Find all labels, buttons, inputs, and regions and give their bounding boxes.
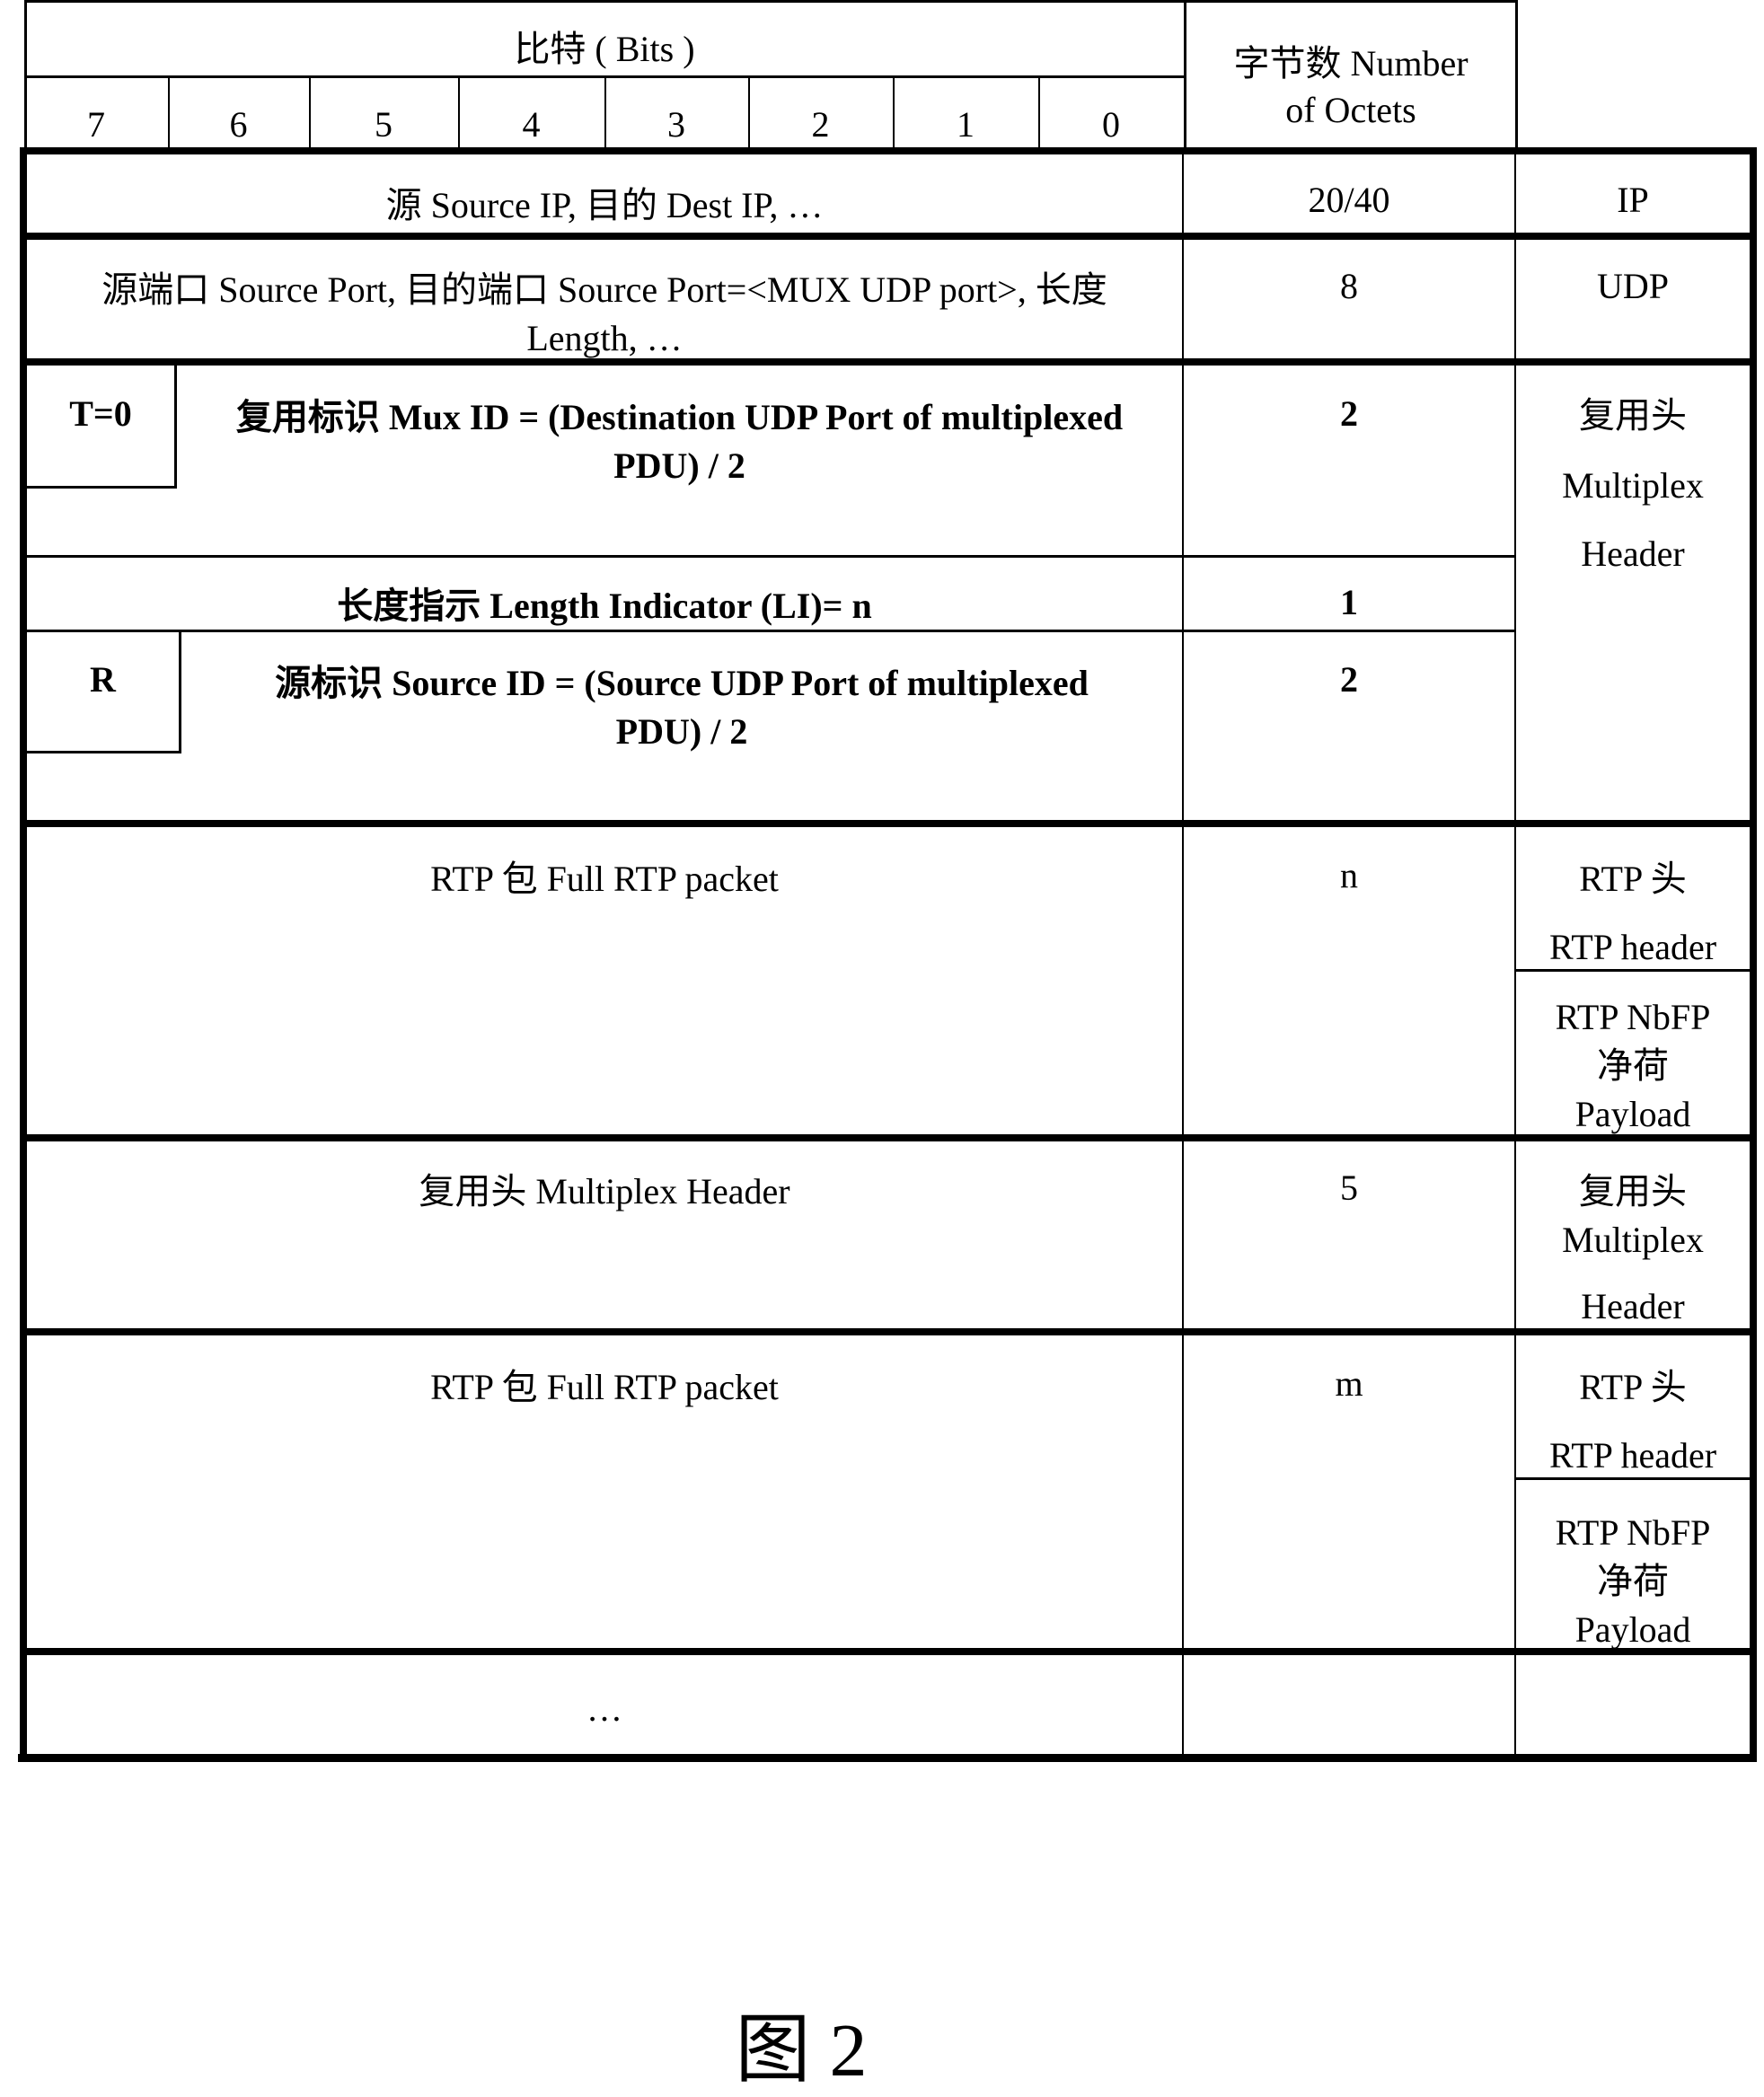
rtp1-field: RTP 包 Full RTP packet (430, 859, 779, 899)
octets-header-line2: of Octets (1285, 90, 1416, 130)
bits-label: 比特 ( Bits ) (514, 29, 695, 69)
rtp1-payload-line2: 净荷 (1597, 1045, 1669, 1086)
mux-header2-layer-line1: 复用头 (1579, 1171, 1687, 1212)
bit-2: 2 (811, 104, 830, 145)
mux-header2-octets: 5 (1340, 1167, 1358, 1208)
rtp2-field: RTP 包 Full RTP packet (430, 1367, 779, 1407)
udp-field-line1: 源端口 Source Port, 目的端口 Source Port=<MUX U… (101, 269, 1107, 310)
udp-field-line2: Length, … (526, 318, 683, 358)
mux-header2-layer-line3: Header (1581, 1286, 1685, 1326)
source-id-field-line2: PDU) / 2 (615, 711, 748, 752)
bit-3: 3 (667, 104, 685, 145)
mux-id-octets: 2 (1340, 393, 1358, 434)
r-flag: R (90, 659, 116, 700)
rtp1-octets: n (1340, 855, 1358, 895)
ellipsis-field: … (587, 1688, 622, 1729)
udp-octets: 8 (1340, 266, 1358, 306)
rtp2-octets: m (1335, 1363, 1363, 1404)
rtp1-payload-line1: RTP NbFP (1555, 997, 1711, 1037)
flag-box-border (25, 486, 177, 489)
figure-caption: 图 2 (735, 2009, 868, 2093)
bit-4: 4 (522, 104, 541, 145)
bit-1: 1 (957, 104, 975, 145)
bit-6: 6 (229, 104, 248, 145)
row-border-thin (25, 555, 1516, 558)
ip-layer: IP (1617, 180, 1649, 220)
ip-octets: 20/40 (1308, 180, 1390, 220)
octets-header-line1: 字节数 Number (1233, 43, 1469, 84)
length-indicator-octets: 1 (1340, 582, 1358, 622)
table-left-border (20, 148, 27, 1761)
header-top-border (24, 0, 1518, 3)
row-border-thick (20, 233, 1757, 240)
row-border-thick (20, 1648, 1757, 1655)
row-border-thick (20, 1328, 1757, 1335)
rtp2-header-line2: RTP header (1548, 1435, 1717, 1476)
mux-header2-field: 复用头 Multiplex Header (419, 1171, 790, 1212)
table-bottom-border (18, 1754, 1757, 1762)
t-flag: T=0 (69, 393, 132, 434)
mux-header-layer-line3: Header (1581, 533, 1685, 574)
ip-field: 源 Source IP, 目的 Dest IP, … (385, 185, 824, 225)
row-border-thick (20, 820, 1757, 827)
bit-7: 7 (87, 104, 105, 145)
rtp2-payload-line2: 净荷 (1597, 1561, 1669, 1601)
flag-box-border (25, 751, 181, 753)
row-border-thick (20, 147, 1757, 154)
mux-id-field-line1: 复用标识 Mux ID = (Destination UDP Port of m… (235, 397, 1124, 437)
bit-5: 5 (375, 104, 392, 145)
rtp1-payload-line3: Payload (1574, 1094, 1691, 1134)
length-indicator-field: 长度指示 Length Indicator (LI)= n (337, 586, 872, 626)
bit-0: 0 (1102, 104, 1120, 145)
table-right-border (1750, 148, 1757, 1761)
rtp2-payload-line3: Payload (1574, 1609, 1691, 1650)
rtp1-header-line2: RTP header (1548, 927, 1717, 967)
mux-id-field-line2: PDU) / 2 (613, 445, 745, 486)
rtp2-payload-line1: RTP NbFP (1555, 1512, 1711, 1553)
source-id-octets: 2 (1340, 659, 1358, 700)
mux-header-layer-line1: 复用头 (1579, 395, 1687, 436)
source-id-field-line1: 源标识 Source ID = (Source UDP Port of mult… (275, 663, 1089, 703)
row-border-thick (20, 1134, 1757, 1141)
rtp1-header-line1: RTP 头 (1579, 859, 1687, 899)
rtp2-header-line1: RTP 头 (1579, 1367, 1687, 1407)
mux-header2-layer-line2: Multiplex (1562, 1220, 1704, 1260)
udp-layer: UDP (1596, 266, 1670, 306)
mux-header-layer-line2: Multiplex (1562, 465, 1704, 506)
